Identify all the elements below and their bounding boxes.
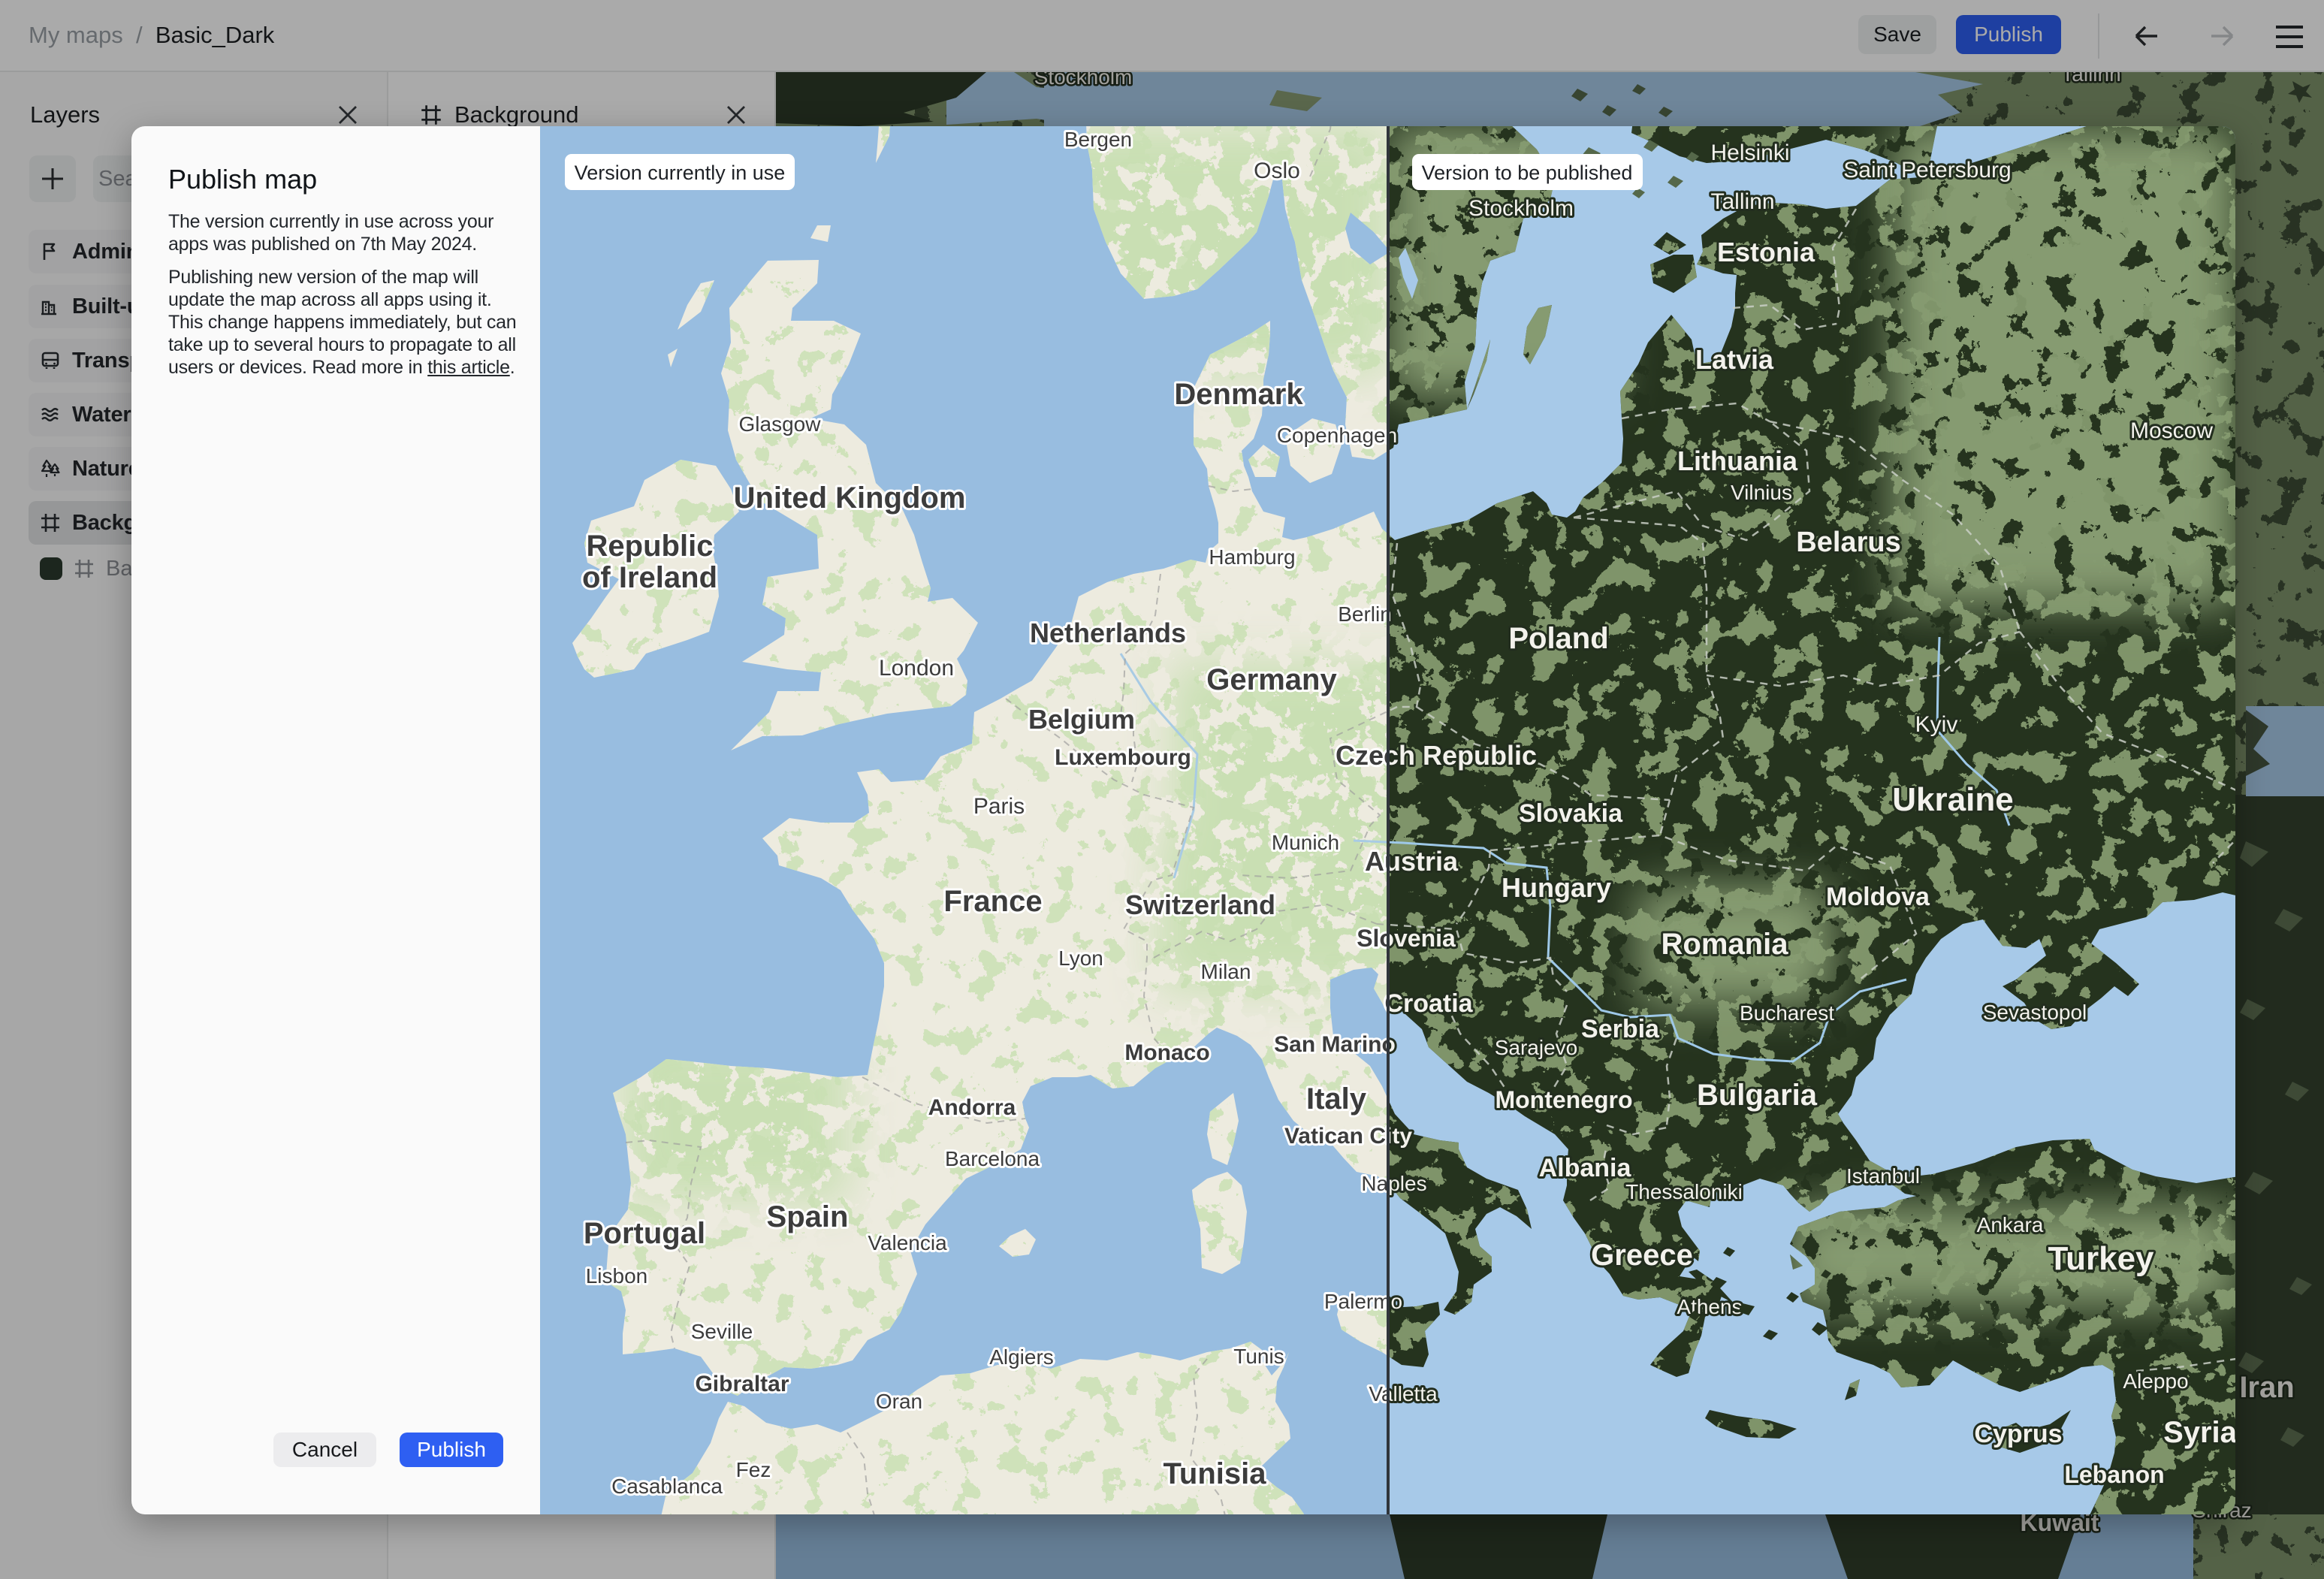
- svg-text:Latvia: Latvia: [1695, 344, 1774, 375]
- svg-text:Lebanon: Lebanon: [2064, 1461, 2164, 1488]
- svg-text:Hamburg: Hamburg: [1209, 545, 1295, 569]
- svg-text:Fez: Fez: [736, 1458, 771, 1481]
- svg-text:Netherlands: Netherlands: [1030, 617, 1186, 648]
- svg-text:Germany: Germany: [1206, 663, 1337, 696]
- svg-text:Algiers: Algiers: [989, 1345, 1054, 1369]
- svg-text:Lithuania: Lithuania: [1677, 445, 1798, 476]
- svg-text:Oran: Oran: [876, 1390, 922, 1413]
- svg-text:Denmark: Denmark: [1174, 378, 1303, 411]
- svg-text:Montenegro: Montenegro: [1495, 1086, 1632, 1113]
- svg-text:Vilnius: Vilnius: [1731, 481, 1792, 504]
- svg-text:Helsinki: Helsinki: [1710, 140, 1789, 165]
- svg-text:Spain: Spain: [767, 1200, 849, 1233]
- svg-text:Stockholm: Stockholm: [1468, 196, 1574, 221]
- svg-text:Monaco: Monaco: [1124, 1040, 1209, 1065]
- svg-text:Croatia: Croatia: [1384, 989, 1473, 1018]
- svg-text:Tunis: Tunis: [1233, 1345, 1284, 1368]
- svg-text:Republic: Republic: [587, 530, 714, 563]
- svg-text:Poland: Poland: [1508, 622, 1608, 655]
- svg-text:Moldova: Moldova: [1826, 883, 1930, 911]
- svg-text:London: London: [879, 656, 954, 681]
- svg-text:of Ireland: of Ireland: [582, 561, 717, 594]
- svg-text:Lyon: Lyon: [1058, 946, 1103, 970]
- svg-text:Estonia: Estonia: [1717, 237, 1815, 267]
- svg-text:Slovakia: Slovakia: [1519, 799, 1623, 828]
- svg-text:Glasgow: Glasgow: [739, 412, 822, 436]
- svg-text:Paris: Paris: [973, 794, 1025, 819]
- svg-text:Copenhagen: Copenhagen: [1277, 424, 1397, 447]
- svg-text:Milan: Milan: [1201, 960, 1251, 983]
- svg-text:Portugal: Portugal: [584, 1217, 705, 1250]
- svg-text:Ukraine: Ukraine: [1892, 781, 2013, 818]
- svg-text:Oslo: Oslo: [1254, 159, 1300, 183]
- svg-text:Bergen: Bergen: [1064, 128, 1132, 151]
- svg-text:Sarajevo: Sarajevo: [1495, 1036, 1578, 1059]
- svg-text:Bucharest: Bucharest: [1740, 1001, 1834, 1025]
- svg-text:Casablanca: Casablanca: [611, 1475, 723, 1498]
- svg-text:Turkey: Turkey: [2048, 1240, 2154, 1277]
- svg-text:France: France: [943, 885, 1042, 918]
- svg-text:Belarus: Belarus: [1796, 527, 1900, 558]
- svg-text:Belgium: Belgium: [1028, 704, 1135, 735]
- svg-text:Thessaloniki: Thessaloniki: [1625, 1180, 1743, 1203]
- svg-text:Tunisia: Tunisia: [1163, 1457, 1266, 1490]
- svg-text:Kyiv: Kyiv: [1915, 712, 1958, 737]
- svg-text:Andorra: Andorra: [928, 1095, 1016, 1120]
- svg-text:Switzerland: Switzerland: [1125, 889, 1275, 920]
- svg-text:Syria: Syria: [2163, 1416, 2235, 1449]
- svg-text:Hungary: Hungary: [1502, 872, 1611, 903]
- svg-text:Valencia: Valencia: [868, 1231, 947, 1254]
- svg-text:Munich: Munich: [1272, 831, 1339, 854]
- svg-text:Barcelona: Barcelona: [945, 1147, 1040, 1170]
- svg-text:Lisbon: Lisbon: [586, 1264, 648, 1288]
- svg-text:Luxembourg: Luxembourg: [1055, 745, 1191, 770]
- svg-text:Albania: Albania: [1539, 1154, 1632, 1182]
- svg-text:Gibraltar: Gibraltar: [695, 1372, 789, 1396]
- svg-text:Romania: Romania: [1662, 928, 1789, 961]
- svg-text:Saint Petersburg: Saint Petersburg: [1843, 158, 2011, 183]
- svg-text:San Marino: San Marino: [1274, 1032, 1396, 1057]
- svg-text:Moscow: Moscow: [2130, 418, 2213, 443]
- svg-text:United Kingdom: United Kingdom: [734, 482, 966, 515]
- svg-text:Italy: Italy: [1306, 1082, 1367, 1116]
- svg-text:Aleppo: Aleppo: [2123, 1369, 2188, 1393]
- svg-text:Greece: Greece: [1591, 1239, 1693, 1272]
- svg-text:Istanbul: Istanbul: [1846, 1164, 1920, 1188]
- svg-text:Ankara: Ankara: [1977, 1213, 2044, 1236]
- svg-text:Bulgaria: Bulgaria: [1697, 1079, 1818, 1112]
- svg-text:Athens: Athens: [1677, 1295, 1742, 1318]
- svg-text:Tallinn: Tallinn: [1710, 189, 1774, 214]
- svg-text:Version currently in use: Version currently in use: [575, 162, 786, 184]
- svg-text:Sevastopol: Sevastopol: [1983, 1001, 2087, 1024]
- svg-text:Berlin: Berlin: [1338, 602, 1392, 626]
- svg-text:Version to be published: Version to be published: [1422, 162, 1633, 184]
- svg-text:Cyprus: Cyprus: [1974, 1420, 2062, 1448]
- svg-text:Seville: Seville: [691, 1320, 753, 1343]
- svg-text:Serbia: Serbia: [1581, 1015, 1660, 1043]
